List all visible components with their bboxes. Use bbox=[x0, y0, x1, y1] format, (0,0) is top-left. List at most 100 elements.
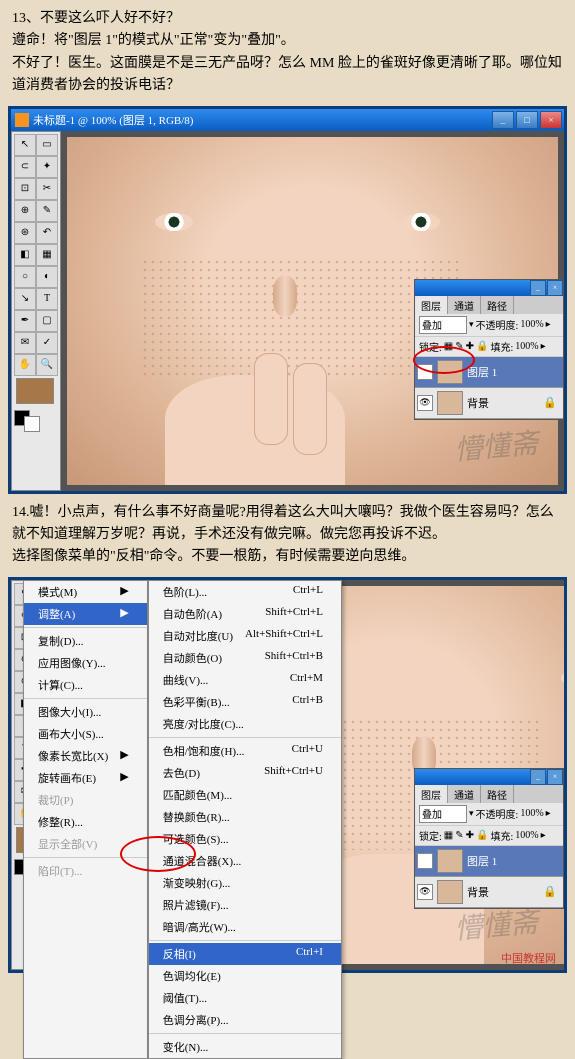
opacity-arrow-icon[interactable]: ▸ bbox=[546, 808, 551, 819]
menu-item[interactable]: 模式(M)▶ bbox=[24, 581, 147, 603]
menu-item[interactable]: 阈值(T)... bbox=[149, 987, 341, 1009]
titlebar[interactable]: 未标题-1 @ 100% (图层 1, RGB/8) _ □ × bbox=[11, 109, 564, 131]
layer-row-bg[interactable]: 👁 背景 🔒 bbox=[415, 388, 563, 419]
menu-item[interactable]: 图像大小(I)... bbox=[24, 701, 147, 723]
lock-brush-icon[interactable]: ✎ bbox=[455, 341, 463, 352]
visibility-icon[interactable]: 👁 bbox=[417, 395, 433, 411]
blur-tool[interactable]: ○ bbox=[14, 266, 36, 288]
menu-item[interactable]: 色调均化(E) bbox=[149, 965, 341, 987]
lasso-tool[interactable]: ⊂ bbox=[14, 156, 36, 178]
menu-item[interactable]: 应用图像(Y)... bbox=[24, 652, 147, 674]
eyedrop-tool[interactable]: ✓ bbox=[36, 332, 58, 354]
visibility-icon[interactable]: 👁 bbox=[417, 853, 433, 869]
menu-item[interactable]: 变化(N)... bbox=[149, 1036, 341, 1058]
menu-item[interactable]: 画布大小(S)... bbox=[24, 723, 147, 745]
pen-tool[interactable]: ✒ bbox=[14, 310, 36, 332]
layer-name[interactable]: 背景 bbox=[467, 884, 489, 900]
layer-row-1[interactable]: 👁 图层 1 bbox=[415, 357, 563, 388]
gradient-tool[interactable]: ▦ bbox=[36, 244, 58, 266]
menu-item[interactable]: 复制(D)... bbox=[24, 630, 147, 652]
layer-thumbnail[interactable] bbox=[437, 391, 463, 415]
background-color[interactable] bbox=[24, 416, 40, 432]
menu-item[interactable]: 匹配颜色(M)... bbox=[149, 784, 341, 806]
menu-item[interactable]: 去色(D)Shift+Ctrl+U bbox=[149, 762, 341, 784]
image-menu[interactable]: 模式(M)▶调整(A)▶ 复制(D)...应用图像(Y)...计算(C)... 图像… bbox=[23, 580, 148, 1059]
opacity-arrow-icon[interactable]: ▸ bbox=[546, 319, 551, 330]
menu-item[interactable]: 裁切(P) bbox=[24, 789, 147, 811]
hand-tool[interactable]: ✋ bbox=[14, 354, 36, 376]
menu-item[interactable]: 可选颜色(S)... bbox=[149, 828, 341, 850]
layer-thumbnail[interactable] bbox=[437, 880, 463, 904]
menu-item[interactable]: 色彩平衡(B)...Ctrl+B bbox=[149, 691, 341, 713]
menu-item[interactable]: 像素长宽比(X)▶ bbox=[24, 745, 147, 767]
opacity-value[interactable]: 100% bbox=[520, 808, 543, 819]
tab-layers[interactable]: 图层 bbox=[415, 296, 448, 314]
menu-item[interactable]: 调整(A)▶ bbox=[24, 603, 147, 625]
panel-close-icon[interactable]: × bbox=[547, 280, 563, 296]
history-tool[interactable]: ↶ bbox=[36, 222, 58, 244]
panel-min-icon[interactable]: _ bbox=[530, 769, 546, 785]
maximize-button[interactable]: □ bbox=[516, 111, 538, 129]
lock-trans-icon[interactable]: ▦ bbox=[444, 341, 453, 352]
crop-tool[interactable]: ⊡ bbox=[14, 178, 36, 200]
menu-item[interactable]: 陷印(T)... bbox=[24, 860, 147, 882]
menu-item[interactable]: 自动对比度(U)Alt+Shift+Ctrl+L bbox=[149, 625, 341, 647]
menu-item[interactable]: 色相/饱和度(H)...Ctrl+U bbox=[149, 740, 341, 762]
panel-close-icon[interactable]: × bbox=[547, 769, 563, 785]
opacity-value[interactable]: 100% bbox=[520, 319, 543, 330]
lock-move-icon[interactable]: ✚ bbox=[466, 830, 474, 841]
eraser-tool[interactable]: ◧ bbox=[14, 244, 36, 266]
layer-thumbnail[interactable] bbox=[437, 849, 463, 873]
blend-mode-dropdown[interactable]: 叠加 bbox=[419, 316, 467, 334]
menu-item[interactable]: 反相(I)Ctrl+I bbox=[149, 943, 341, 965]
lock-all-icon[interactable]: 🔒 bbox=[476, 830, 488, 841]
visibility-icon[interactable]: 👁 bbox=[417, 364, 433, 380]
tab-channels[interactable]: 通道 bbox=[448, 785, 481, 803]
menu-item[interactable]: 色调分离(P)... bbox=[149, 1009, 341, 1031]
type-tool[interactable]: T bbox=[36, 288, 58, 310]
fill-value[interactable]: 100% bbox=[515, 830, 538, 841]
layer-thumbnail[interactable] bbox=[437, 360, 463, 384]
menu-item[interactable]: 旋转画布(E)▶ bbox=[24, 767, 147, 789]
color-swatch[interactable] bbox=[16, 378, 54, 404]
menu-item[interactable]: 暗调/高光(W)... bbox=[149, 916, 341, 938]
menu-item[interactable]: 色阶(L)...Ctrl+L bbox=[149, 581, 341, 603]
marquee-tool[interactable]: ▭ bbox=[36, 134, 58, 156]
visibility-icon[interactable]: 👁 bbox=[417, 884, 433, 900]
menu-item[interactable]: 修整(R)... bbox=[24, 811, 147, 833]
menu-item[interactable]: 亮度/对比度(C)... bbox=[149, 713, 341, 735]
menu-item[interactable]: 通道混合器(X)... bbox=[149, 850, 341, 872]
lock-brush-icon[interactable]: ✎ bbox=[455, 830, 463, 841]
layer-row-1[interactable]: 👁 图层 1 bbox=[415, 846, 563, 877]
move-tool[interactable]: ↖ bbox=[14, 134, 36, 156]
dropdown-arrow-icon[interactable]: ▾ bbox=[469, 319, 474, 330]
lock-trans-icon[interactable]: ▦ bbox=[444, 830, 453, 841]
path-tool[interactable]: ↘ bbox=[14, 288, 36, 310]
minimize-button[interactable]: _ bbox=[492, 111, 514, 129]
panel-min-icon[interactable]: _ bbox=[530, 280, 546, 296]
fill-arrow-icon[interactable]: ▸ bbox=[541, 830, 546, 841]
menu-item[interactable]: 自动颜色(O)Shift+Ctrl+B bbox=[149, 647, 341, 669]
stamp-tool[interactable]: ⊛ bbox=[14, 222, 36, 244]
tab-layers[interactable]: 图层 bbox=[415, 785, 448, 803]
tab-paths[interactable]: 路径 bbox=[481, 785, 514, 803]
layer-row-bg[interactable]: 👁 背景 🔒 bbox=[415, 877, 563, 908]
menu-item[interactable]: 照片滤镜(F)... bbox=[149, 894, 341, 916]
menu-item[interactable]: 计算(C)... bbox=[24, 674, 147, 696]
layer-name[interactable]: 背景 bbox=[467, 395, 489, 411]
notes-tool[interactable]: ✉ bbox=[14, 332, 36, 354]
layer-name[interactable]: 图层 1 bbox=[467, 364, 497, 380]
menu-item[interactable]: 显示全部(V) bbox=[24, 833, 147, 855]
tab-channels[interactable]: 通道 bbox=[448, 296, 481, 314]
close-button[interactable]: × bbox=[540, 111, 562, 129]
menu-item[interactable]: 渐变映射(G)... bbox=[149, 872, 341, 894]
slice-tool[interactable]: ✂ bbox=[36, 178, 58, 200]
heal-tool[interactable]: ⊕ bbox=[14, 200, 36, 222]
zoom-tool[interactable]: 🔍 bbox=[36, 354, 58, 376]
adjustments-submenu[interactable]: 色阶(L)...Ctrl+L自动色阶(A)Shift+Ctrl+L自动对比度(U… bbox=[148, 580, 342, 1059]
lock-all-icon[interactable]: 🔒 bbox=[476, 341, 488, 352]
blend-mode-dropdown[interactable]: 叠加 bbox=[419, 805, 467, 823]
lock-move-icon[interactable]: ✚ bbox=[466, 341, 474, 352]
tab-paths[interactable]: 路径 bbox=[481, 296, 514, 314]
shape-tool[interactable]: ▢ bbox=[36, 310, 58, 332]
